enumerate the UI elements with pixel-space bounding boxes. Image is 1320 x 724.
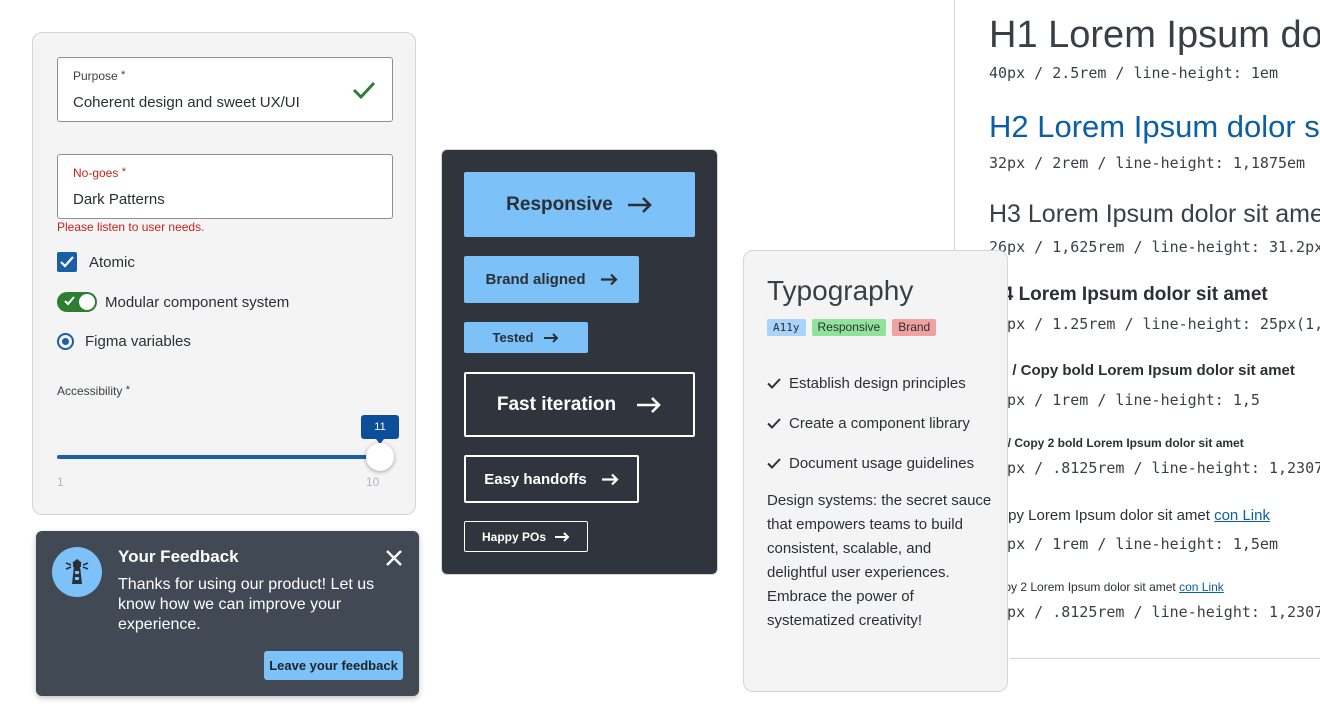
checkmark-icon	[64, 296, 75, 306]
copy-spec: 16px / 1rem / line-height: 1,5em	[989, 535, 1278, 553]
atomic-checkbox-row[interactable]: Atomic	[57, 252, 135, 272]
checkmark-icon	[767, 417, 781, 429]
arrow-right-icon	[627, 196, 652, 213]
nogoes-error-message: Please listen to user needs.	[57, 220, 205, 234]
button-label: Brand aligned	[485, 271, 586, 288]
slider-label: Accessibility	[57, 384, 123, 398]
h3-spec: 26px / 1,625rem / line-height: 31.2px	[989, 238, 1320, 256]
arrow-right-icon	[555, 531, 570, 542]
radio-label: Figma variables	[85, 333, 191, 350]
feedback-title: Your Feedback	[118, 547, 239, 566]
button-label: Fast iteration	[496, 393, 617, 415]
tag-brand: Brand	[892, 319, 937, 336]
h1-spec: 40px / 2.5rem / line-height: 1em	[989, 64, 1278, 82]
tag-a11y: A11y	[767, 319, 806, 336]
copy2-bold-sample: H6 / Copy 2 bold Lorem Ipsum dolor sit a…	[989, 436, 1244, 450]
button-label: Easy handoffs	[484, 470, 587, 488]
copy-sample: Copy Lorem Ipsum dolor sit amet con Link	[989, 507, 1270, 524]
checklist-item: Create a component library	[767, 403, 974, 443]
slider-value-tooltip: 11	[361, 415, 399, 444]
copy2-link[interactable]: con Link	[1179, 580, 1224, 594]
copy2-spec: 13px / .8125rem / line-height: 1,2307em	[989, 603, 1320, 621]
purpose-field[interactable]: Purpose * Coherent design and sweet UX/U…	[57, 57, 393, 122]
slider-max-label: 10	[366, 475, 380, 489]
checklist-text: Document usage guidelines	[789, 454, 975, 472]
checkmark-icon	[767, 457, 781, 469]
radio-selected[interactable]	[57, 333, 74, 350]
copy-bold-spec: 16px / 1rem / line-height: 1,5	[989, 391, 1260, 409]
h4-spec: 20px / 1.25rem / line-height: 25px(1,25e…	[989, 315, 1320, 333]
checklist-item: Establish design principles	[767, 363, 974, 403]
typography-card: Typography A11y Responsive Brand Establi…	[743, 250, 1008, 692]
modular-toggle-row[interactable]: Modular component system	[57, 292, 289, 312]
button-label: Tested	[492, 330, 534, 345]
tag-list: A11y Responsive Brand	[767, 319, 937, 336]
copy2-text: Copy 2 Lorem Ipsum dolor sit amet	[989, 580, 1176, 594]
arrow-right-icon	[601, 473, 619, 485]
arrow-right-icon	[637, 396, 661, 413]
copy-text: Copy Lorem Ipsum dolor sit amet	[989, 507, 1210, 524]
arrow-right-icon	[544, 332, 559, 343]
purpose-label: Purpose	[73, 69, 118, 83]
h3-sample: H3 Lorem Ipsum dolor sit amet	[989, 200, 1320, 228]
button-label: Happy POs	[481, 529, 547, 544]
toggle-switch-on[interactable]	[57, 292, 97, 312]
close-icon[interactable]	[384, 548, 404, 568]
feedback-toast: Your Feedback Thanks for using our produ…	[36, 531, 419, 696]
required-mark: *	[121, 166, 126, 178]
copy-bold-sample: H5 / Copy bold Lorem Ipsum dolor sit ame…	[989, 362, 1295, 379]
arrow-right-icon	[600, 273, 618, 286]
h1-sample: H1 Lorem Ipsum dolor sit amet	[989, 14, 1320, 56]
checklist-text: Establish design principles	[789, 374, 966, 392]
checkbox-label: Atomic	[89, 253, 135, 271]
feedback-message: Thanks for using our product! Let us kno…	[118, 576, 375, 633]
slider-min-label: 1	[57, 475, 64, 489]
type-scale-panel: H1 Lorem Ipsum dolor sit amet 40px / 2.5…	[954, 0, 1320, 660]
slider-track[interactable]	[57, 455, 381, 459]
card-title: Typography	[767, 275, 914, 306]
valid-check-icon	[352, 81, 376, 100]
checkmark-icon	[767, 377, 781, 389]
purpose-value: Coherent design and sweet UX/UI	[73, 94, 300, 111]
tag-responsive: Responsive	[811, 319, 887, 336]
checklist-text: Create a component library	[789, 414, 970, 432]
button-label: Responsive	[506, 193, 613, 215]
nogoes-value: Dark Patterns	[73, 191, 165, 208]
easy-handoffs-button[interactable]: Easy handoffs	[464, 455, 639, 503]
h2-spec: 32px / 2rem / line-height: 1,1875em	[989, 154, 1306, 172]
copy2-sample: Copy 2 Lorem Ipsum dolor sit amet con Li…	[989, 580, 1224, 594]
required-mark: *	[125, 384, 130, 396]
button-showcase-panel: Responsive Brand aligned Tested Fast ite…	[441, 149, 718, 575]
h4-sample: H4 Lorem Ipsum dolor sit amet	[989, 284, 1268, 305]
responsive-button[interactable]: Responsive	[464, 172, 695, 237]
nogoes-field[interactable]: No-goes * Dark Patterns	[57, 154, 393, 219]
brand-aligned-button[interactable]: Brand aligned	[464, 256, 639, 303]
checkbox-checked[interactable]	[57, 252, 77, 272]
checkmark-icon	[60, 256, 74, 268]
checklist: Establish design principles Create a com…	[767, 363, 974, 483]
form-card: Purpose * Coherent design and sweet UX/U…	[32, 32, 416, 515]
divider	[1010, 658, 1320, 659]
tested-button[interactable]: Tested	[464, 322, 588, 353]
nogoes-label: No-goes	[73, 166, 119, 180]
card-description: Design systems: the secret sauce that em…	[767, 492, 992, 629]
lighthouse-icon	[52, 547, 102, 597]
h2-sample: H2 Lorem Ipsum dolor sit amet	[989, 109, 1320, 144]
copy2-bold-spec: 13px / .8125rem / line-height: 1,2307em	[989, 459, 1320, 477]
slider-thumb[interactable]	[366, 443, 394, 471]
figma-radio-row[interactable]: Figma variables	[57, 333, 191, 350]
copy-link[interactable]: con Link	[1214, 507, 1270, 524]
happy-pos-button[interactable]: Happy POs	[464, 521, 588, 552]
checklist-item: Document usage guidelines	[767, 443, 974, 483]
fast-iteration-button[interactable]: Fast iteration	[464, 372, 695, 437]
leave-feedback-button[interactable]: Leave your feedback	[264, 651, 403, 680]
required-mark: *	[121, 69, 126, 81]
toggle-label: Modular component system	[105, 293, 290, 311]
